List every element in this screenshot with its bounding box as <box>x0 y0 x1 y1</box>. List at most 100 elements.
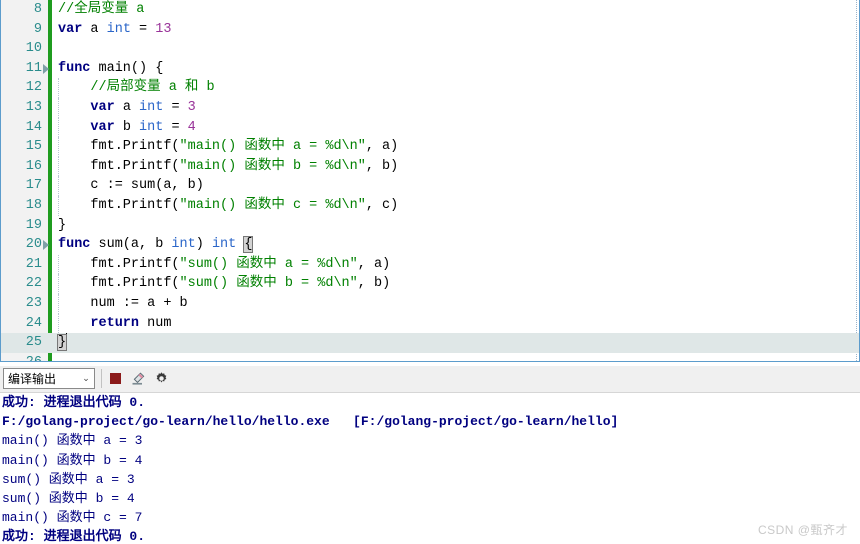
code-token: } <box>56 334 68 352</box>
line-number: 19 <box>25 217 42 233</box>
code-text: fmt.Printf("sum() 函数中 b = %d\n", b) <box>58 274 390 294</box>
code-token: int <box>139 99 164 115</box>
ide-window: 8 //全局变量 a 9 var a int = 13 10 11 func main() … <box>0 0 860 544</box>
line-number: 9 <box>33 21 42 37</box>
code-text: var a int = 3 <box>58 98 196 118</box>
code-line[interactable]: 21 fmt.Printf("sum() 函数中 a = %d\n", a) <box>1 254 859 275</box>
code-line[interactable]: 19} <box>1 216 859 236</box>
code-text: var b int = 4 <box>58 118 195 138</box>
fold-arrow-icon[interactable] <box>43 240 49 251</box>
console-line: sum() 函数中 a = 3 <box>2 471 135 487</box>
code-line[interactable]: 20 func sum(a, b int) int { <box>1 235 859 255</box>
code-line[interactable]: 25} <box>1 333 859 353</box>
code-text: return num <box>58 314 171 334</box>
console-line: 成功: 进程退出代码 0. <box>2 395 146 410</box>
code-token: "sum() 函数中 a = %d\n" <box>179 256 358 272</box>
code-token: 3 <box>187 99 196 115</box>
code-token: num <box>139 315 172 331</box>
line-number: 10 <box>25 41 42 57</box>
code-token: b <box>114 119 140 135</box>
code-token: , a) <box>357 256 391 272</box>
line-number: 15 <box>25 139 42 155</box>
code-token: fmt.Printf( <box>58 139 180 155</box>
code-line[interactable]: 18 fmt.Printf("main() 函数中 c = %d\n", c) <box>1 195 859 216</box>
code-token: ) <box>195 237 212 253</box>
code-text: //全局变量 a <box>58 0 144 20</box>
code-line[interactable]: 16 fmt.Printf("main() 函数中 b = %d\n", b) <box>1 156 859 177</box>
console-line: sum() 函数中 b = 4 <box>2 490 135 506</box>
code-line[interactable]: 11 func main() { <box>1 59 859 79</box>
code-token: main() { <box>90 60 164 76</box>
code-text: c := sum(a, b) <box>58 176 204 196</box>
console-line: main() 函数中 c = 7 <box>2 510 143 526</box>
code-token: = <box>130 21 156 37</box>
code-token: = <box>163 99 188 115</box>
code-token: func <box>58 60 91 76</box>
line-number: 8 <box>33 2 42 17</box>
stop-icon <box>109 373 121 384</box>
fold-arrow-icon[interactable] <box>43 63 49 74</box>
line-number: 18 <box>25 197 42 213</box>
code-token: } <box>58 217 67 233</box>
code-line[interactable]: 14 var b int = 4 <box>1 117 859 138</box>
code-token: //全局变量 a <box>58 2 145 17</box>
toolbar-divider <box>101 369 102 388</box>
code-line[interactable]: 9 var a int = 13 <box>1 20 859 40</box>
console-line: main() 函数中 a = 3 <box>2 433 143 449</box>
output-console[interactable]: 成功: 进程退出代码 0. F:/golang-project/go-learn/… <box>0 393 860 544</box>
eraser-icon <box>132 371 145 385</box>
code-token: fmt.Printf( <box>58 276 180 292</box>
code-line[interactable]: 10 <box>1 39 859 59</box>
code-token: int <box>171 237 196 253</box>
code-token: fmt.Printf( <box>58 256 180 272</box>
code-line[interactable]: 24 return num <box>1 313 859 334</box>
code-editor[interactable]: 8 //全局变量 a 9 var a int = 13 10 11 func main() … <box>0 0 860 362</box>
line-number: 17 <box>25 178 42 194</box>
code-line[interactable]: 22 fmt.Printf("sum() 函数中 b = %d\n", b) <box>1 274 859 294</box>
line-number: 11 <box>25 60 42 76</box>
code-text: } <box>58 216 66 236</box>
output-settings-button[interactable] <box>151 369 171 388</box>
line-number: 20 <box>25 237 42 253</box>
line-number: 23 <box>25 295 42 311</box>
code-token: var <box>90 99 115 115</box>
code-token: sum(a, b <box>90 237 172 253</box>
code-line[interactable]: 8 //全局变量 a <box>1 0 859 20</box>
code-line[interactable]: 15 fmt.Printf("main() 函数中 a = %d\n", a) <box>1 137 859 157</box>
code-token: var <box>58 21 83 37</box>
code-token: "sum() 函数中 b = %d\n" <box>179 276 358 292</box>
chevron-down-icon: ⌄ <box>82 373 90 383</box>
watermark: CSDN @甄齐才 <box>757 523 848 537</box>
code-token: , c) <box>365 197 399 213</box>
line-number: 26 <box>1 353 42 361</box>
console-line: main() 函数中 b = 4 <box>2 452 143 468</box>
code-line[interactable]: 26 <box>1 353 859 361</box>
code-token: "main() 函数中 a = %d\n" <box>179 139 366 155</box>
code-text: var a int = 13 <box>58 20 171 40</box>
stop-button[interactable] <box>105 369 125 388</box>
code-token: = <box>163 119 188 135</box>
code-token: var <box>90 119 115 135</box>
code-text: fmt.Printf("main() 函数中 c = %d\n", c) <box>58 196 398 216</box>
code-line[interactable]: 23 num := a + b <box>1 293 859 314</box>
output-toolbar: 编译输出 ⌄ <box>0 366 860 393</box>
code-token: c := sum(a, b) <box>58 178 204 194</box>
code-text: func sum(a, b int) int { <box>58 235 254 255</box>
clear-output-button[interactable] <box>128 369 148 388</box>
output-type-select[interactable]: 编译输出 ⌄ <box>3 368 95 389</box>
code-line[interactable]: 12 //局部变量 a 和 b <box>1 78 859 98</box>
code-token: { <box>243 236 254 254</box>
code-text: fmt.Printf("main() 函数中 a = %d\n", a) <box>58 137 398 157</box>
code-line[interactable]: 17 c := sum(a, b) <box>1 176 859 196</box>
code-token: , b) <box>357 276 391 292</box>
gear-icon <box>156 372 166 383</box>
line-number: 12 <box>25 80 42 96</box>
code-line[interactable]: 13 var a int = 3 <box>1 97 859 118</box>
code-token: , a) <box>365 139 399 155</box>
code-area[interactable]: 8 //全局变量 a 9 var a int = 13 10 11 func main() … <box>1 0 859 361</box>
line-number: 25 <box>25 335 42 351</box>
